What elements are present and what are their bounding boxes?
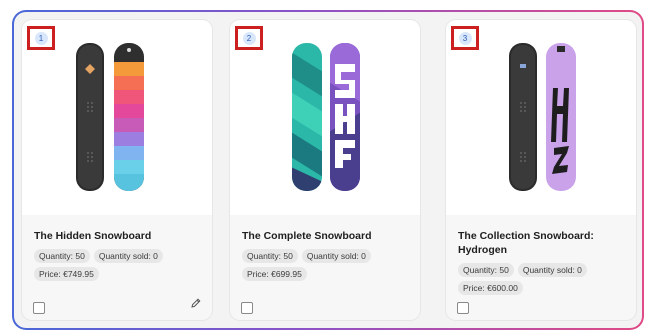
- product-image[interactable]: 2: [230, 20, 420, 215]
- item-index-label: 3: [458, 31, 472, 45]
- snowboard-purple-image: [330, 43, 360, 191]
- quantity-sold-badge: Quantity sold: 0: [93, 249, 163, 263]
- product-image[interactable]: 1: [22, 20, 212, 215]
- snowboard-black-image: [76, 43, 104, 191]
- product-title: The Complete Snowboard: [242, 230, 372, 242]
- select-checkbox[interactable]: [241, 302, 253, 314]
- product-card[interactable]: 2 The Complete Snowboard Quantity: 50 Qu…: [230, 20, 420, 320]
- item-index-label: 2: [242, 31, 256, 45]
- snowboard-gradient-image: [114, 43, 144, 191]
- quantity-sold-badge: Quantity sold: 0: [301, 249, 371, 263]
- item-index-marker: 1: [27, 26, 55, 50]
- item-index-label: 1: [34, 31, 48, 45]
- quantity-badge: Quantity: 50: [458, 263, 514, 277]
- product-title: The Collection Snowboard: Hydrogen: [458, 230, 594, 256]
- price-badge: Price: €699.95: [242, 267, 307, 281]
- quantity-sold-badge: Quantity sold: 0: [517, 263, 587, 277]
- product-tags: Quantity: 50 Quantity sold: 0 Price: €74…: [34, 249, 210, 281]
- select-checkbox[interactable]: [33, 302, 45, 314]
- product-tags: Quantity: 50 Quantity sold: 0 Price: €60…: [458, 263, 634, 295]
- product-image[interactable]: 3: [446, 20, 636, 215]
- select-checkbox[interactable]: [457, 302, 469, 314]
- quantity-badge: Quantity: 50: [242, 249, 298, 263]
- price-badge: Price: €600.00: [458, 281, 523, 295]
- product-card[interactable]: 3 The Collection Snowboard: Hydrogen Qua…: [446, 20, 636, 320]
- snowboard-black-image: [509, 43, 537, 191]
- price-badge: Price: €749.95: [34, 267, 99, 281]
- snowboard-lilac-image: [546, 43, 576, 191]
- product-tags: Quantity: 50 Quantity sold: 0 Price: €69…: [242, 249, 418, 281]
- item-index-marker: 2: [235, 26, 263, 50]
- product-card[interactable]: 1 The Hidden Snowboard Quantity: 50 Quan…: [22, 20, 212, 320]
- snowboard-teal-image: [292, 43, 322, 191]
- pencil-icon[interactable]: [190, 297, 202, 309]
- item-index-marker: 3: [451, 26, 479, 50]
- product-title: The Hidden Snowboard: [34, 230, 152, 242]
- quantity-badge: Quantity: 50: [34, 249, 90, 263]
